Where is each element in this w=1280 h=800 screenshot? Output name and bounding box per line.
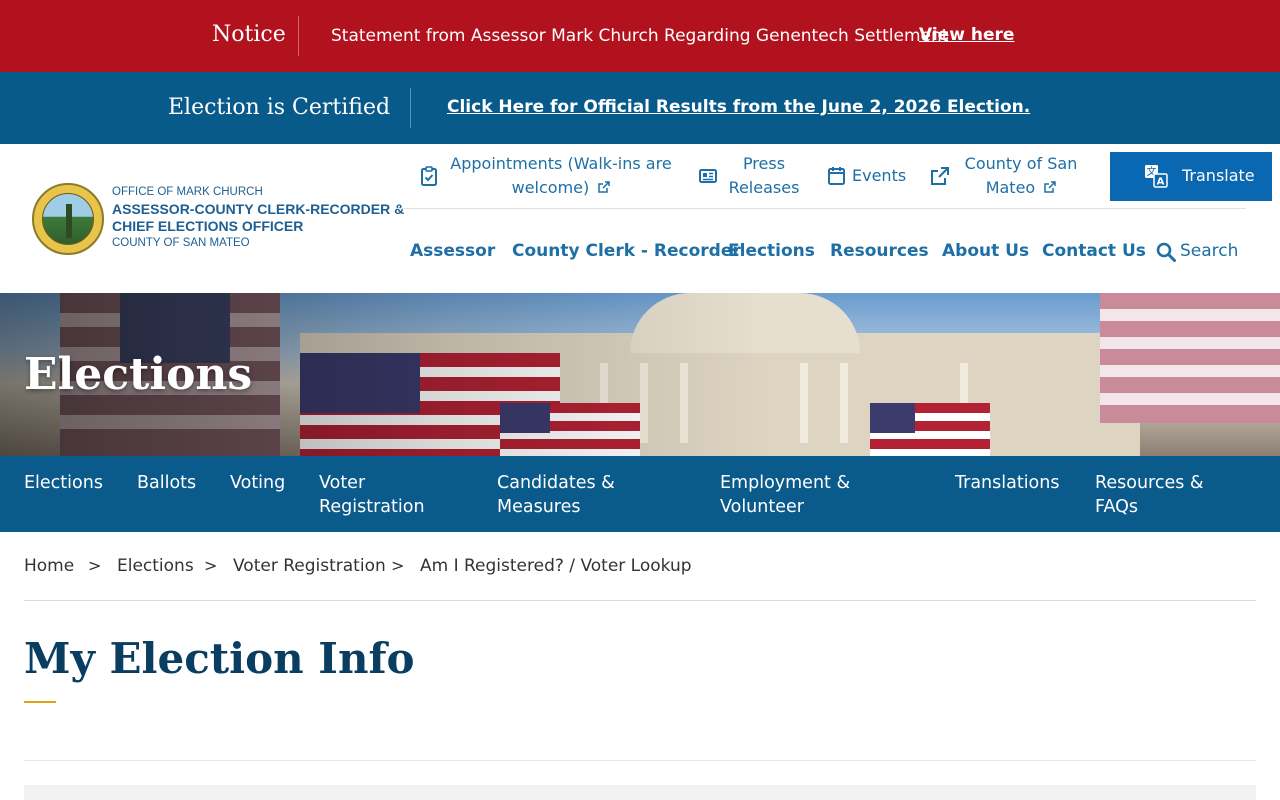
search-icon[interactable] xyxy=(1156,242,1176,262)
county-label-line1: County of San xyxy=(964,154,1078,173)
press-releases-link[interactable]: Press Releases xyxy=(722,152,806,200)
breadcrumb-separator: > xyxy=(88,556,102,575)
subnav-elections[interactable]: Elections xyxy=(24,471,103,495)
external-link-icon xyxy=(598,181,611,193)
subnav-employment-line1: Employment & xyxy=(720,473,851,493)
subnav-candidates-line2: Measures xyxy=(497,497,581,517)
subnav-resources-faqs[interactable]: Resources & FAQs xyxy=(1095,471,1204,519)
subnav-resources-line2: FAQs xyxy=(1095,497,1139,517)
breadcrumb-elections[interactable]: Elections xyxy=(117,556,194,576)
breadcrumb-current: Am I Registered? / Voter Lookup xyxy=(420,556,692,576)
external-link-icon xyxy=(1044,181,1057,193)
search-link[interactable]: Search xyxy=(1180,241,1238,261)
breadcrumb-voter-registration[interactable]: Voter Registration xyxy=(233,556,386,576)
svg-text:A: A xyxy=(1157,177,1165,188)
translate-icon: 文 A xyxy=(1145,165,1168,188)
page-title: My Election Info xyxy=(24,634,415,683)
notice-text: Statement from Assessor Mark Church Rega… xyxy=(331,26,949,46)
nav-contact-us[interactable]: Contact Us xyxy=(1042,241,1146,261)
county-of-san-mateo-link[interactable]: County of San Mateo xyxy=(958,152,1084,200)
subnav-voter-registration[interactable]: Voter Registration xyxy=(319,471,425,519)
nav-county-clerk-recorder[interactable]: County Clerk - Recorder xyxy=(512,241,741,261)
notice-bar: Notice Statement from Assessor Mark Chur… xyxy=(0,0,1280,72)
hero-banner: Elections xyxy=(0,293,1280,456)
newspaper-icon xyxy=(699,169,717,183)
subnav-voter-registration-line2: Registration xyxy=(319,497,425,517)
title-accent-line xyxy=(24,701,56,703)
subnav-voter-registration-line1: Voter xyxy=(319,473,366,493)
press-label-line1: Press xyxy=(742,154,786,173)
press-label-line2: Releases xyxy=(728,178,800,197)
utility-nav-divider xyxy=(396,208,1246,209)
logo-title-line-2: CHIEF ELECTIONS OFFICER xyxy=(112,218,304,234)
translate-button[interactable]: 文 A Translate xyxy=(1110,152,1272,201)
appointments-label-line2: welcome) xyxy=(511,178,590,197)
calendar-icon xyxy=(828,167,845,185)
notice-view-here-link[interactable]: View here xyxy=(919,25,1014,45)
subnav-candidates-measures[interactable]: Candidates & Measures xyxy=(497,471,615,519)
certified-divider xyxy=(410,88,411,128)
subnav-candidates-line1: Candidates & xyxy=(497,473,615,493)
nav-elections[interactable]: Elections xyxy=(728,241,815,261)
breadcrumb-separator: > xyxy=(391,556,405,575)
subnav-resources-line1: Resources & xyxy=(1095,473,1204,493)
subnav-voting[interactable]: Voting xyxy=(230,471,285,495)
logo-title-line-1: ASSESSOR-COUNTY CLERK-RECORDER & xyxy=(112,201,405,217)
logo-office-line: OFFICE OF MARK CHURCH xyxy=(112,186,263,198)
official-results-link[interactable]: Click Here for Official Results from the… xyxy=(447,97,1030,117)
translate-label: Translate xyxy=(1182,166,1255,185)
subnav-ballots[interactable]: Ballots xyxy=(137,471,196,495)
appointments-link[interactable]: Appointments (Walk-ins are welcome) xyxy=(446,152,676,200)
clipboard-check-icon xyxy=(421,166,437,186)
content-divider xyxy=(24,760,1256,761)
subnav-employment-volunteer[interactable]: Employment & Volunteer xyxy=(720,471,850,519)
appointments-label-line1: Appointments (Walk-ins are xyxy=(450,154,672,173)
breadcrumb-separator: > xyxy=(204,556,218,575)
content-panel xyxy=(24,785,1256,800)
subnav-employment-line2: Volunteer xyxy=(720,497,804,517)
certified-title: Election is Certified xyxy=(168,95,391,120)
nav-assessor[interactable]: Assessor xyxy=(410,241,495,261)
nav-resources[interactable]: Resources xyxy=(830,241,929,261)
seal-landscape xyxy=(42,193,94,245)
seal-tree-icon xyxy=(66,204,72,238)
logo-county-line: COUNTY OF SAN MATEO xyxy=(112,237,250,249)
county-seal-logo[interactable] xyxy=(32,183,104,255)
notice-divider xyxy=(298,16,299,56)
subnav-translations[interactable]: Translations xyxy=(955,471,1059,495)
notice-title: Notice xyxy=(212,22,286,47)
breadcrumb-divider xyxy=(24,600,1256,601)
breadcrumb-home[interactable]: Home xyxy=(24,556,74,576)
external-link-icon xyxy=(931,167,949,185)
nav-about-us[interactable]: About Us xyxy=(942,241,1029,261)
events-link[interactable]: Events xyxy=(852,164,912,188)
county-label-line2: Mateo xyxy=(985,178,1036,197)
hero-title: Elections xyxy=(24,349,253,400)
